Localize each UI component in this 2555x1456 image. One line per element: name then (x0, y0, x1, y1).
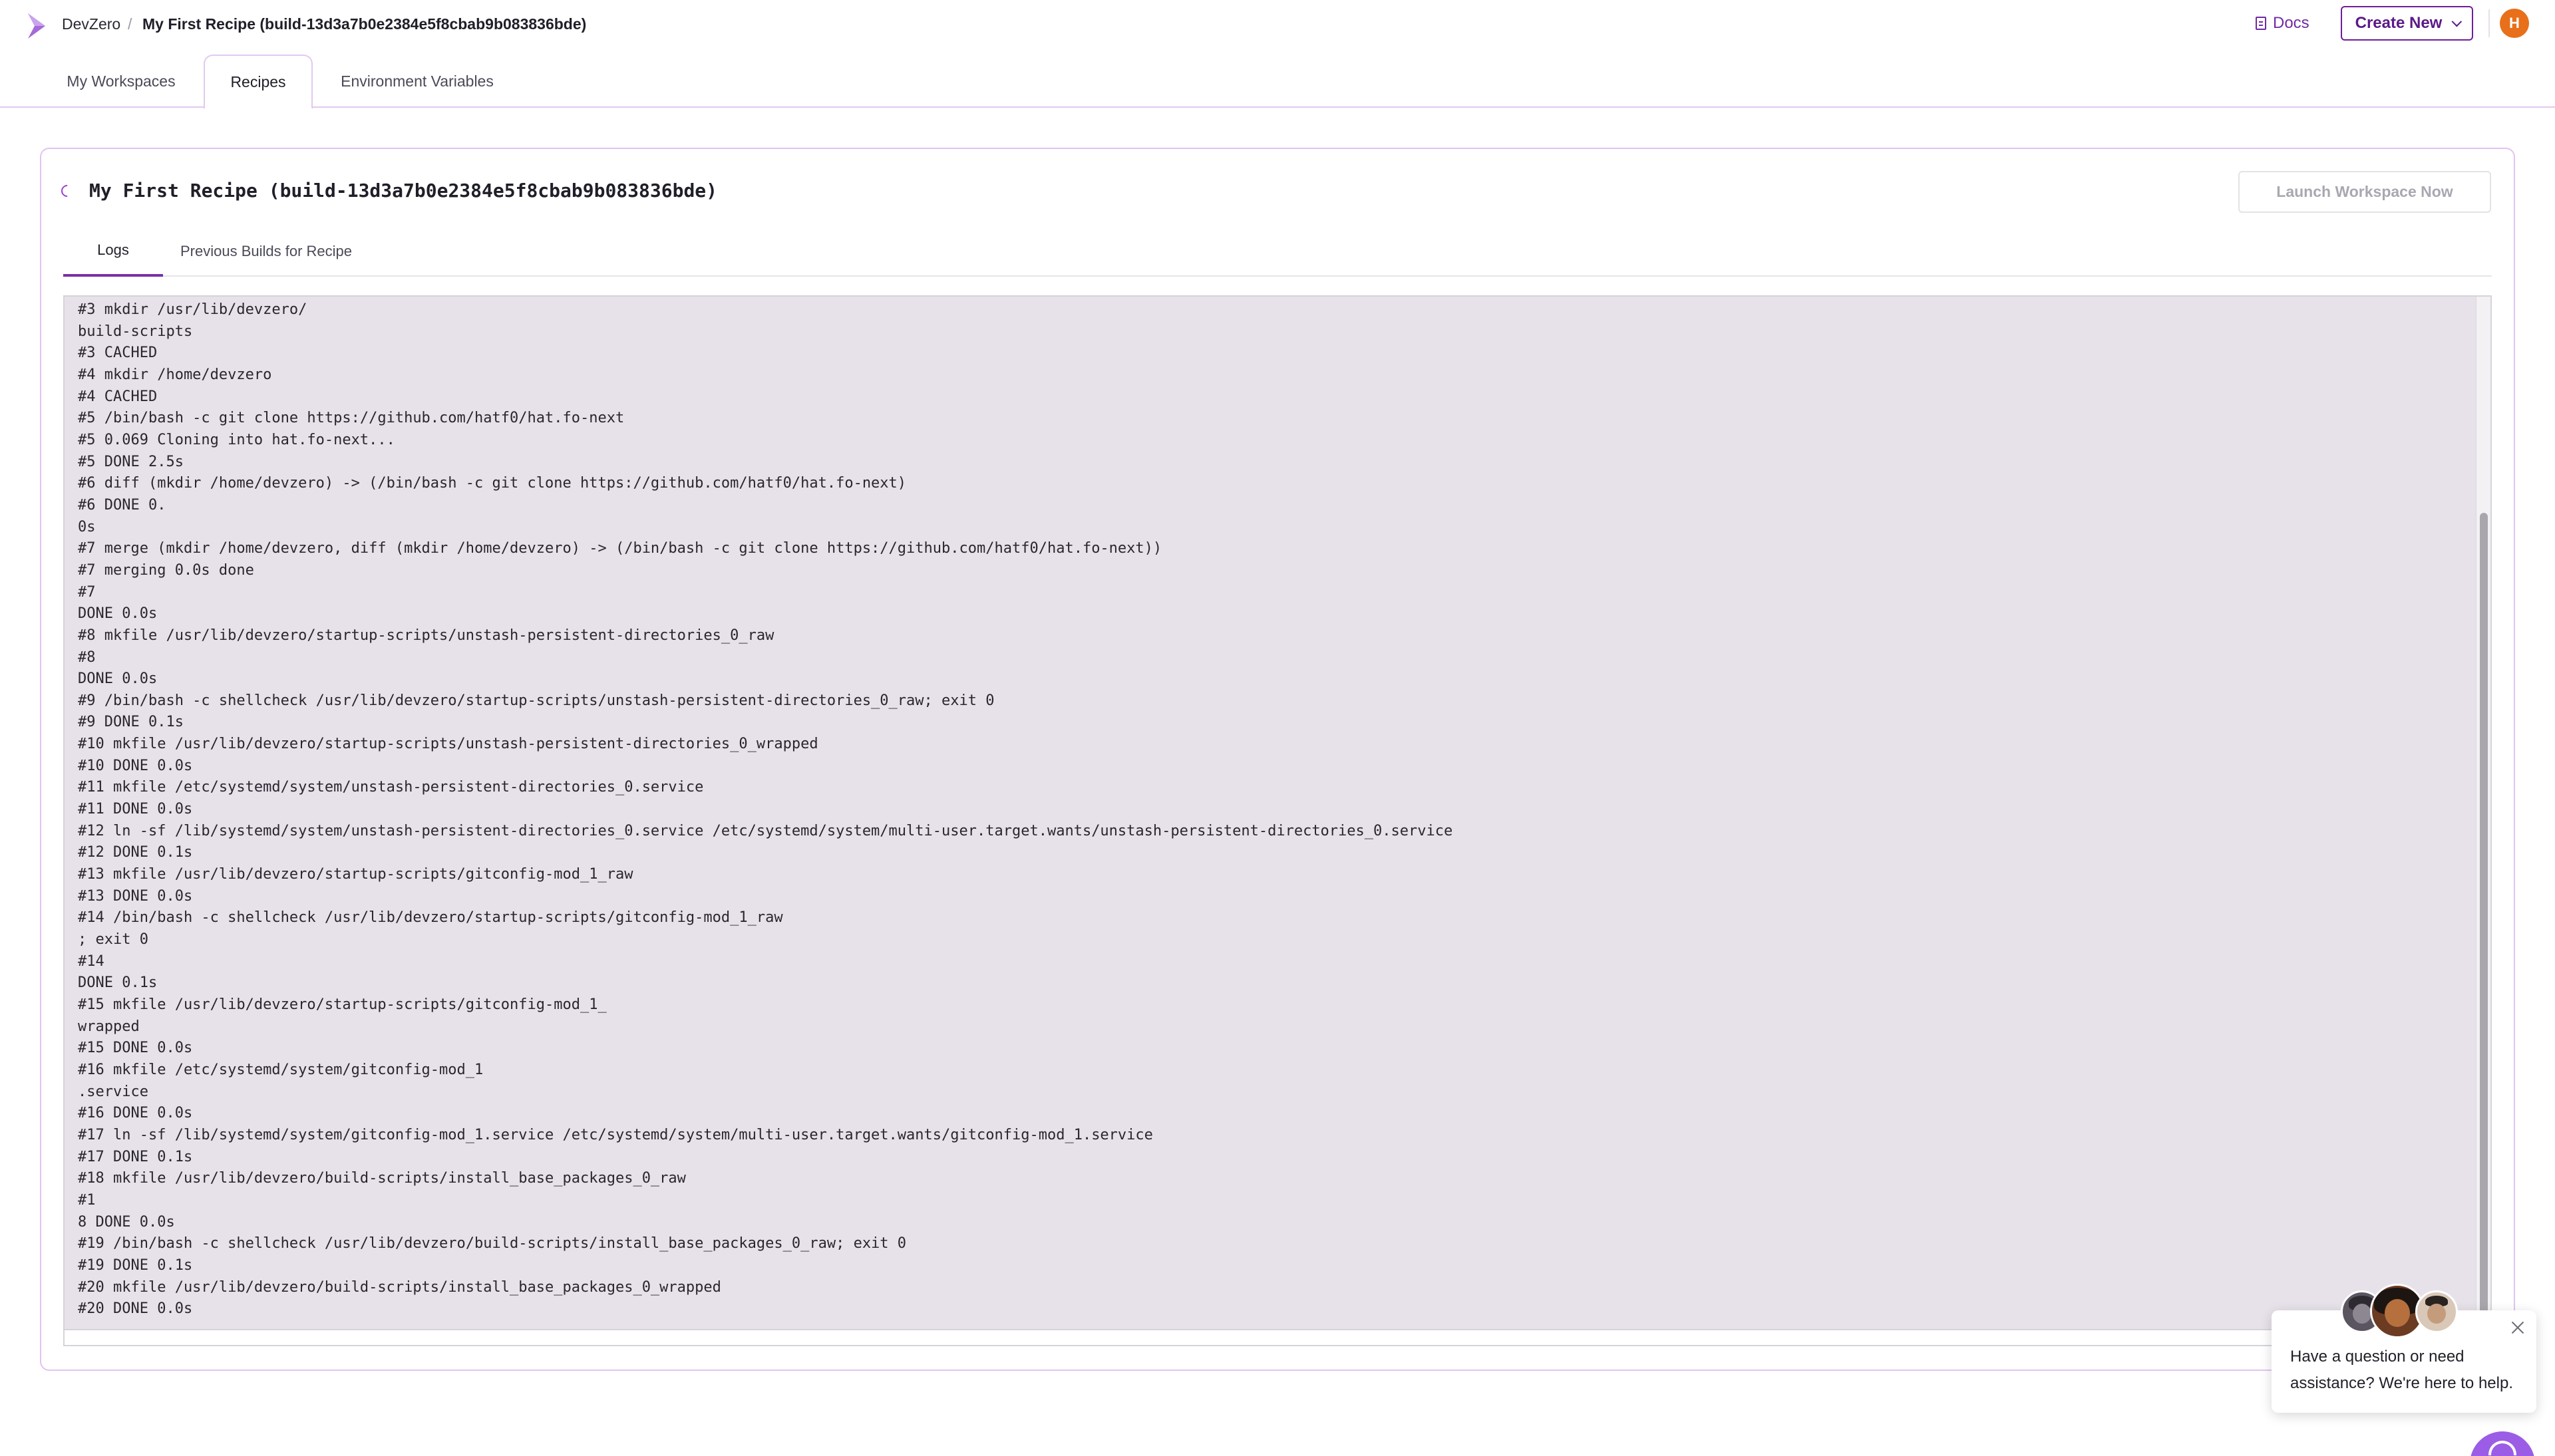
log-line: #8 mkfile /usr/lib/devzero/startup-scrip… (78, 627, 774, 644)
log-scrollbar-thumb[interactable] (2480, 513, 2488, 1328)
log-line: #14 (78, 952, 104, 970)
tab-previous-builds[interactable]: Previous Builds for Recipe (180, 226, 352, 277)
log-line: #13 DONE 0.0s (78, 887, 193, 905)
log-line: .service (78, 1083, 148, 1100)
tab-logs[interactable]: Logs (63, 226, 163, 277)
docs-link[interactable]: Docs (2256, 13, 2309, 34)
log-line: #5 0.069 Cloning into hat.fo-next... (78, 431, 395, 448)
log-line: #1 (78, 1191, 96, 1209)
top-bar: DevZero / My First Recipe (build-13d3a7b… (0, 0, 2555, 47)
support-agent-avatar (2415, 1290, 2458, 1333)
recipe-tabs: Logs Previous Builds for Recipe (63, 226, 2492, 277)
log-line: #6 DONE 0. (78, 496, 166, 513)
log-lines: #3 mkdir /usr/lib/devzero/build-scripts #… (78, 299, 2467, 1320)
log-line: #19 /bin/bash -c shellcheck /usr/lib/dev… (78, 1235, 907, 1252)
recipe-title: My First Recipe (build-13d3a7b0e2384e5f8… (89, 180, 718, 202)
log-line: #7 merge (mkdir /home/devzero, diff (mkd… (78, 540, 1162, 557)
launch-workspace-button[interactable]: Launch Workspace Now (2238, 171, 2491, 213)
chat-launcher-button[interactable] (2470, 1431, 2535, 1456)
tab-recipes[interactable]: Recipes (204, 55, 313, 109)
log-line: #14 /bin/bash -c shellcheck /usr/lib/dev… (78, 909, 783, 927)
log-line: #15 DONE 0.0s (78, 1040, 193, 1057)
log-line: #6 diff (mkdir /home/devzero) -> (/bin/b… (78, 475, 907, 492)
user-avatar[interactable]: H (2500, 9, 2529, 38)
log-line: #5 DONE 2.5s (78, 453, 184, 470)
devzero-logo-icon[interactable] (25, 11, 49, 41)
log-line: #11 mkfile /etc/systemd/system/unstash-p… (78, 779, 704, 796)
log-line: #3 CACHED (78, 345, 158, 362)
log-line: #15 mkfile /usr/lib/devzero/startup-scri… (78, 996, 607, 1013)
log-line: wrapped (78, 1018, 140, 1035)
build-log-output[interactable]: #3 mkdir /usr/lib/devzero/build-scripts #… (63, 295, 2492, 1346)
log-line: #7 merging 0.0s done (78, 561, 254, 579)
log-line: #4 CACHED (78, 388, 158, 405)
log-line: 0s (78, 518, 96, 535)
log-line: #9 /bin/bash -c shellcheck /usr/lib/devz… (78, 692, 995, 709)
log-line: #20 DONE 0.0s (78, 1300, 193, 1318)
log-line: #18 mkfile /usr/lib/devzero/build-script… (78, 1170, 686, 1187)
breadcrumb-current: My First Recipe (build-13d3a7b0e2384e5f8… (142, 15, 587, 33)
log-line: #20 mkfile /usr/lib/devzero/build-script… (78, 1278, 721, 1296)
log-line: #4 mkdir /home/devzero (78, 366, 272, 383)
chevron-down-icon (2451, 16, 2463, 27)
log-horizontal-scrollbar[interactable] (65, 1329, 2490, 1345)
log-line: #12 ln -sf /lib/systemd/system/unstash-p… (78, 822, 1453, 839)
breadcrumb-root[interactable]: DevZero (62, 15, 120, 33)
chat-icon (2488, 1441, 2516, 1455)
log-line: DONE 0.1s (78, 974, 158, 992)
log-scrollbar[interactable] (2476, 297, 2490, 1332)
tab-environment-variables[interactable]: Environment Variables (326, 55, 508, 108)
log-line: DONE 0.0s (78, 605, 158, 623)
create-new-button[interactable]: Create New (2341, 6, 2473, 41)
create-new-label: Create New (2355, 14, 2443, 32)
log-line: #8 (78, 649, 96, 666)
tab-my-workspaces[interactable]: My Workspaces (47, 55, 196, 108)
log-line: 8 DONE 0.0s (78, 1213, 175, 1231)
log-line: #5 /bin/bash -c git clone https://github… (78, 410, 625, 427)
docs-label: Docs (2273, 14, 2309, 32)
log-line: #3 mkdir /usr/lib/devzero/ (78, 301, 307, 318)
main-nav-tabs: My Workspaces Recipes Environment Variab… (0, 55, 2555, 109)
log-line: #10 mkfile /usr/lib/devzero/startup-scri… (78, 736, 818, 753)
support-avatars (2341, 1284, 2467, 1338)
log-line: #16 mkfile /etc/systemd/system/gitconfig… (78, 1061, 484, 1078)
log-line: #16 DONE 0.0s (78, 1105, 193, 1122)
log-line: #10 DONE 0.0s (78, 757, 193, 774)
log-line: build-scripts (78, 323, 193, 340)
breadcrumb-separator: / (128, 15, 132, 33)
log-line: #17 ln -sf /lib/systemd/system/gitconfig… (78, 1126, 1153, 1143)
log-line: #12 DONE 0.1s (78, 844, 193, 861)
log-line: #7 (78, 583, 96, 601)
log-line: DONE 0.0s (78, 670, 158, 688)
book-icon (2256, 17, 2266, 30)
log-line: #9 DONE 0.1s (78, 714, 184, 731)
log-line: ; exit 0 (78, 931, 148, 948)
log-line: #17 DONE 0.1s (78, 1148, 193, 1165)
header-divider (2488, 9, 2490, 37)
close-icon[interactable] (2508, 1318, 2527, 1337)
log-line: #13 mkfile /usr/lib/devzero/startup-scri… (78, 866, 633, 883)
chat-message: Have a question or need assistance? We'r… (2290, 1348, 2513, 1392)
log-line: #11 DONE 0.0s (78, 801, 193, 818)
log-line: #19 DONE 0.1s (78, 1256, 193, 1274)
